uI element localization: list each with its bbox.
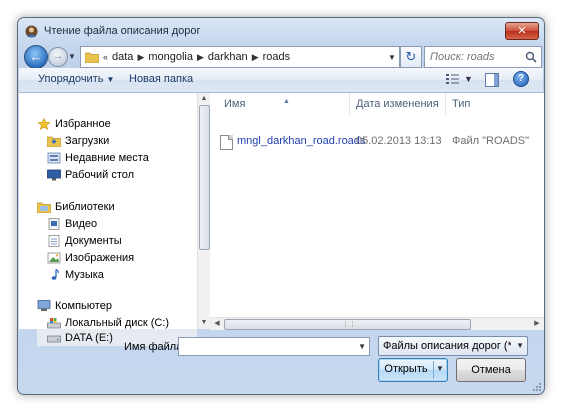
folder-icon — [85, 52, 99, 63]
computer-icon — [37, 299, 51, 311]
organize-button[interactable]: Упорядочить ▼ — [38, 73, 114, 85]
chevron-down-icon: ▼ — [68, 52, 76, 61]
breadcrumb-mongolia[interactable]: mongolia — [148, 51, 193, 63]
chevron-down-icon[interactable]: ▼ — [358, 342, 366, 351]
nav-libraries[interactable]: Библиотеки — [37, 198, 215, 215]
navigation-row: ← → ▼ « data ▶ mongolia ▶ darkhan ▶ road… — [24, 44, 542, 70]
breadcrumb-separator-icon[interactable]: ▶ — [252, 52, 259, 63]
pictures-icon — [47, 252, 61, 263]
star-icon — [37, 117, 51, 130]
command-bar: Упорядочить ▼ Новая папка ▼ ? — [19, 68, 543, 93]
file-date: 05.02.2013 13:13 — [356, 135, 442, 147]
search-input[interactable] — [425, 47, 525, 67]
scroll-thumb[interactable]: ⋮⋮ — [224, 319, 471, 330]
filename-label: Имя файла: — [124, 341, 186, 353]
breadcrumb-darkhan[interactable]: darkhan — [208, 51, 248, 63]
scroll-up-arrow-icon[interactable]: ▲ — [198, 94, 210, 104]
video-icon — [48, 217, 60, 230]
forward-button[interactable]: → — [48, 47, 68, 67]
nav-favorites[interactable]: Избранное — [37, 115, 215, 132]
navigation-scrollbar[interactable]: ▲ ▼ — [197, 93, 210, 329]
title-bar[interactable]: Чтение файла описания дорог ✕ — [18, 18, 544, 46]
view-list-icon — [446, 74, 459, 84]
breadcrumb-roads[interactable]: roads — [263, 51, 291, 63]
nav-label: Загрузки — [65, 134, 110, 147]
column-header-name[interactable]: ▲ Имя — [210, 93, 350, 115]
filename-field[interactable]: ▼ — [178, 337, 370, 356]
column-header-date[interactable]: Дата изменения — [350, 93, 446, 115]
arrow-right-icon: → — [52, 50, 64, 62]
app-icon — [25, 25, 38, 38]
open-button-label: Открыть — [384, 363, 428, 375]
search-box — [424, 46, 542, 68]
back-button[interactable]: ← — [24, 45, 48, 69]
nav-label: Изображения — [65, 251, 135, 264]
file-type: Файл "ROADS" — [452, 135, 530, 147]
file-list-horizontal-scrollbar[interactable]: ◀ ⋮⋮ ▶ — [210, 317, 544, 330]
file-name[interactable]: mngl_darkhan_road.roads — [237, 135, 365, 147]
breadcrumb-separator-icon[interactable]: ▶ — [137, 52, 144, 63]
nav-label: Локальный диск (C:) — [65, 316, 170, 329]
split-divider — [433, 361, 434, 379]
breadcrumb-separator-icon[interactable]: ▶ — [197, 52, 204, 63]
documents-icon — [48, 234, 60, 247]
scroll-grip-icon: ⋮⋮ — [342, 321, 356, 328]
close-button[interactable]: ✕ — [505, 22, 539, 40]
nav-label: Библиотеки — [55, 200, 115, 213]
window-title: Чтение файла описания дорог — [44, 25, 201, 37]
address-bar[interactable]: « data ▶ mongolia ▶ darkhan ▶ roads ▼ — [80, 46, 400, 68]
nav-computer[interactable]: Компьютер — [37, 297, 215, 314]
new-folder-button[interactable]: Новая папка — [129, 73, 193, 85]
address-history-dropdown[interactable]: ▼ — [385, 53, 399, 62]
column-header-label: Имя — [224, 98, 246, 110]
nav-label: Рабочий стол — [65, 168, 135, 181]
chevron-down-icon[interactable]: ▼ — [436, 364, 444, 373]
filetype-select[interactable]: Файлы описания дорог (*.roads) ▼ — [378, 336, 528, 356]
scroll-down-arrow-icon[interactable]: ▼ — [198, 318, 210, 328]
organize-label: Упорядочить — [38, 73, 104, 85]
downloads-folder-icon — [47, 136, 61, 147]
chevron-down-icon: ▼ — [106, 75, 115, 84]
scroll-right-arrow-icon[interactable]: ▶ — [531, 319, 543, 329]
scroll-thumb[interactable] — [199, 105, 210, 250]
recent-places-icon — [47, 152, 61, 163]
cancel-button[interactable]: Отмена — [456, 358, 526, 382]
drive-icon — [47, 335, 61, 342]
change-view-button[interactable]: ▼ — [446, 73, 473, 87]
navigation-pane: Избранное Загрузки Недавние места Рабочи… — [19, 93, 197, 329]
file-row[interactable]: mngl_darkhan_road.roads 05.02.2013 13:13… — [216, 133, 536, 151]
filetype-value: Файлы описания дорог (*.roads) — [383, 340, 511, 352]
help-button[interactable]: ? — [513, 71, 529, 87]
refresh-button[interactable]: ↻ — [400, 46, 422, 68]
system-drive-icon — [47, 317, 61, 328]
open-button[interactable]: Открыть ▼ — [378, 358, 448, 382]
preview-pane-button[interactable] — [485, 73, 499, 87]
file-icon — [220, 135, 233, 150]
breadcrumb-data[interactable]: data — [112, 51, 133, 63]
recent-pages-dropdown[interactable]: ▼ — [68, 52, 77, 61]
nav-label: Музыка — [65, 268, 104, 281]
column-header-type[interactable]: Тип — [446, 93, 544, 115]
nav-label: Видео — [65, 217, 98, 230]
chevron-down-icon: ▼ — [516, 341, 524, 350]
nav-label: Документы — [65, 234, 122, 247]
desktop-icon — [47, 169, 61, 180]
breadcrumb-overflow[interactable]: « — [103, 52, 108, 62]
sort-ascending-icon: ▲ — [283, 98, 290, 105]
music-note-icon — [51, 268, 59, 280]
nav-label: DATA (E:) — [65, 331, 113, 344]
libraries-icon — [37, 202, 51, 213]
help-icon: ? — [517, 73, 525, 84]
nav-label: Избранное — [55, 117, 111, 130]
nav-label: Недавние места — [65, 151, 149, 164]
resize-grip-icon[interactable] — [532, 382, 542, 392]
scroll-left-arrow-icon[interactable]: ◀ — [211, 319, 223, 329]
chevron-down-icon: ▼ — [464, 74, 473, 84]
search-icon[interactable] — [525, 51, 537, 63]
file-list: ▲ Имя Дата изменения Тип mngl_darkhan_ro… — [210, 93, 544, 318]
file-open-dialog: Чтение файла описания дорог ✕ ← → ▼ « da… — [17, 17, 545, 395]
refresh-icon: ↻ — [405, 49, 417, 64]
arrow-left-icon: ← — [29, 49, 43, 64]
nav-label: Компьютер — [55, 299, 112, 312]
